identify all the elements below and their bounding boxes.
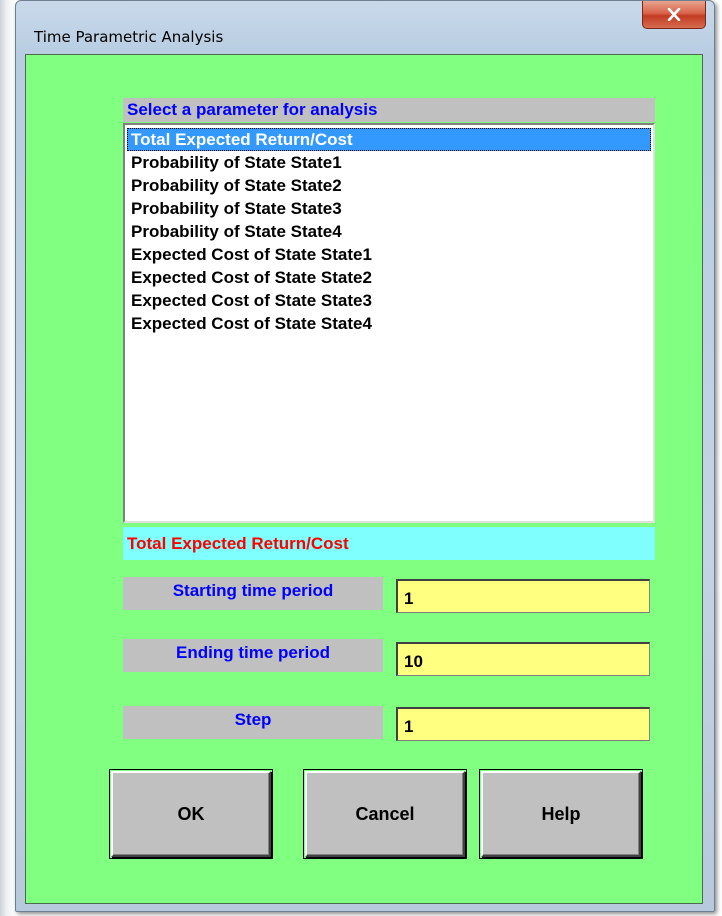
help-button[interactable]: Help	[481, 771, 641, 857]
parameter-list-header: Select a parameter for analysis	[123, 98, 655, 122]
step-input[interactable]	[396, 707, 650, 741]
ending-time-period-label: Ending time period	[123, 639, 383, 672]
close-x-icon	[667, 8, 681, 21]
window-title: Time Parametric Analysis	[34, 28, 224, 46]
list-item[interactable]: Expected Cost of State State1	[127, 243, 651, 266]
background-window-edge	[0, 0, 16, 916]
ok-button[interactable]: OK	[111, 771, 271, 857]
list-item[interactable]: Probability of State State3	[127, 197, 651, 220]
list-item[interactable]: Expected Cost of State State4	[127, 312, 651, 335]
ending-time-period-input[interactable]	[396, 642, 650, 676]
list-item[interactable]: Total Expected Return/Cost	[127, 128, 651, 151]
starting-time-period-label: Starting time period	[123, 577, 383, 610]
list-item[interactable]: Probability of State State4	[127, 220, 651, 243]
list-item[interactable]: Expected Cost of State State2	[127, 266, 651, 289]
selected-parameter-display: Total Expected Return/Cost	[123, 527, 655, 560]
list-item[interactable]: Expected Cost of State State3	[127, 289, 651, 312]
dialog-window: Time Parametric Analysis Select a parame…	[15, 0, 715, 912]
starting-time-period-input[interactable]	[396, 579, 650, 613]
list-item[interactable]: Probability of State State2	[127, 174, 651, 197]
cancel-button[interactable]: Cancel	[305, 771, 465, 857]
list-item[interactable]: Probability of State State1	[127, 151, 651, 174]
dialog-client-area: Select a parameter for analysis Total Ex…	[25, 54, 703, 904]
parameter-listbox[interactable]: Total Expected Return/Cost Probability o…	[123, 123, 655, 523]
step-label: Step	[123, 706, 383, 739]
close-button[interactable]	[642, 1, 706, 29]
